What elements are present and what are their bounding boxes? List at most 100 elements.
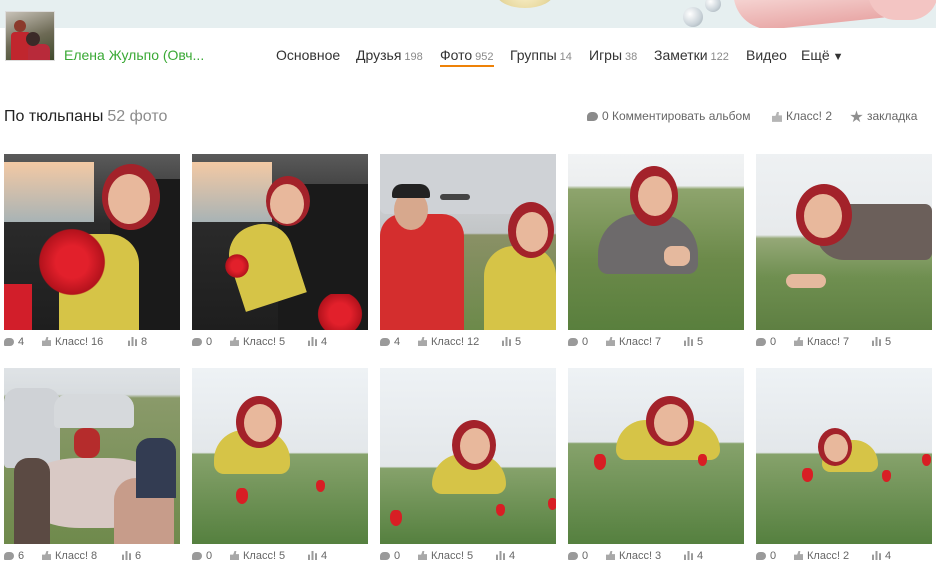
photo-thumbnail[interactable]: [4, 154, 180, 330]
nav-item-notes[interactable]: Заметки 122: [654, 47, 729, 63]
star-icon: [850, 110, 863, 123]
nav-item-photos[interactable]: Фото 952: [440, 47, 494, 67]
photo-klass[interactable]: Класс! 7: [794, 336, 849, 348]
photo-klass[interactable]: Класс! 8: [42, 550, 97, 562]
photo-klass[interactable]: Класс! 16: [42, 336, 103, 348]
photo-klass[interactable]: Класс! 7: [606, 336, 661, 348]
photo-views: 4: [308, 336, 327, 348]
photo-comments[interactable]: 0: [756, 550, 776, 562]
photo-klass[interactable]: Класс! 5: [230, 550, 285, 562]
photo-klass[interactable]: Класс! 12: [418, 336, 479, 348]
photo-comments[interactable]: 0: [192, 336, 212, 348]
photo-klass[interactable]: Класс! 5: [418, 550, 473, 562]
photo-views: 4: [684, 550, 703, 562]
photo-views: 4: [496, 550, 515, 562]
photo-thumbnail[interactable]: [756, 368, 932, 544]
photo-thumbnail[interactable]: [380, 368, 556, 544]
photo-views: 4: [872, 550, 891, 562]
nav-item-video[interactable]: Видео: [746, 47, 787, 63]
photo-comments[interactable]: 0: [568, 336, 588, 348]
comment-icon: [568, 552, 578, 560]
photo-thumbnail[interactable]: [568, 154, 744, 330]
nav-item-main[interactable]: Основное: [276, 47, 340, 63]
bookmark-button[interactable]: закладка: [850, 109, 917, 123]
comment-icon: [756, 552, 766, 560]
thumbs-up-icon: [42, 337, 51, 346]
photo-comments[interactable]: 6: [4, 550, 24, 562]
bar-chart-icon: [684, 337, 693, 346]
comment-icon: [587, 112, 598, 122]
bar-chart-icon: [684, 551, 693, 560]
comment-icon: [4, 338, 14, 346]
nav-item-more[interactable]: Ещё ▼: [801, 47, 844, 63]
photo-stats: 6 Класс! 8 6: [4, 550, 180, 564]
thumbs-up-icon: [418, 337, 427, 346]
photo-klass[interactable]: Класс! 2: [794, 550, 849, 562]
photo-thumbnail[interactable]: [4, 368, 180, 544]
thumbs-up-icon: [42, 551, 51, 560]
photo-stats: 0 Класс! 3 4: [568, 550, 744, 564]
nav-item-friends[interactable]: Друзья 198: [356, 47, 423, 63]
photo-comments[interactable]: 4: [380, 336, 400, 348]
photo-comments[interactable]: 0: [568, 550, 588, 562]
photo-comments[interactable]: 0: [380, 550, 400, 562]
avatar[interactable]: [5, 11, 55, 61]
nav-item-games[interactable]: Игры 38: [589, 47, 637, 63]
comment-icon: [380, 338, 390, 346]
bar-chart-icon: [502, 337, 511, 346]
bar-chart-icon: [308, 337, 317, 346]
photo-views: 5: [502, 336, 521, 348]
photo-klass[interactable]: Класс! 5: [230, 336, 285, 348]
thumbs-up-icon: [230, 337, 239, 346]
chevron-down-icon: ▼: [832, 51, 844, 63]
comment-icon: [756, 338, 766, 346]
photo-thumbnail[interactable]: [192, 368, 368, 544]
profile-name-link[interactable]: Елена Жульпо (Овч...: [64, 47, 204, 63]
photo-thumbnail[interactable]: [192, 154, 368, 330]
bar-chart-icon: [128, 337, 137, 346]
photo-stats: 0 Класс! 5 4: [192, 550, 368, 564]
bar-chart-icon: [872, 551, 881, 560]
photo-views: 5: [684, 336, 703, 348]
thumbs-up-icon: [418, 551, 427, 560]
bar-chart-icon: [872, 337, 881, 346]
photo-thumbnail[interactable]: [568, 368, 744, 544]
thumbs-up-icon: [772, 111, 782, 122]
album-photo-count: 52 фото: [107, 108, 168, 125]
photo-views: 8: [128, 336, 147, 348]
banner-decoration: [496, 0, 554, 8]
photo-comments[interactable]: 0: [756, 336, 776, 348]
bar-chart-icon: [496, 551, 505, 560]
thumbs-up-icon: [606, 551, 615, 560]
klass-album-button[interactable]: Класс! 2: [772, 109, 832, 123]
comment-icon: [380, 552, 390, 560]
photo-stats: 0 Класс! 2 4: [756, 550, 932, 564]
photo-stats: 4 Класс! 16 8: [4, 336, 180, 350]
photo-stats: 0 Класс! 5 4: [380, 550, 556, 564]
album-title: По тюльпаны 52 фото: [4, 108, 168, 125]
bar-chart-icon: [308, 551, 317, 560]
thumbs-up-icon: [794, 551, 803, 560]
photo-stats: 0 Класс! 7 5: [568, 336, 744, 350]
photo-stats: 0 Класс! 7 5: [756, 336, 932, 350]
comment-album-button[interactable]: 0 Комментировать альбом: [587, 109, 750, 123]
photo-views: 5: [872, 336, 891, 348]
top-banner: [0, 0, 936, 28]
photo-views: 4: [308, 550, 327, 562]
banner-ornament: [683, 7, 703, 27]
photo-comments[interactable]: 0: [192, 550, 212, 562]
thumbs-up-icon: [794, 337, 803, 346]
nav-item-groups[interactable]: Группы 14: [510, 47, 572, 63]
photo-thumbnail[interactable]: [380, 154, 556, 330]
comment-icon: [568, 338, 578, 346]
photo-stats: 0 Класс! 5 4: [192, 336, 368, 350]
thumbs-up-icon: [230, 551, 239, 560]
comment-icon: [192, 552, 202, 560]
banner-ornament: [705, 0, 721, 12]
photo-stats: 4 Класс! 12 5: [380, 336, 556, 350]
bar-chart-icon: [122, 551, 131, 560]
photo-comments[interactable]: 4: [4, 336, 24, 348]
comment-icon: [192, 338, 202, 346]
photo-thumbnail[interactable]: [756, 154, 932, 330]
photo-klass[interactable]: Класс! 3: [606, 550, 661, 562]
